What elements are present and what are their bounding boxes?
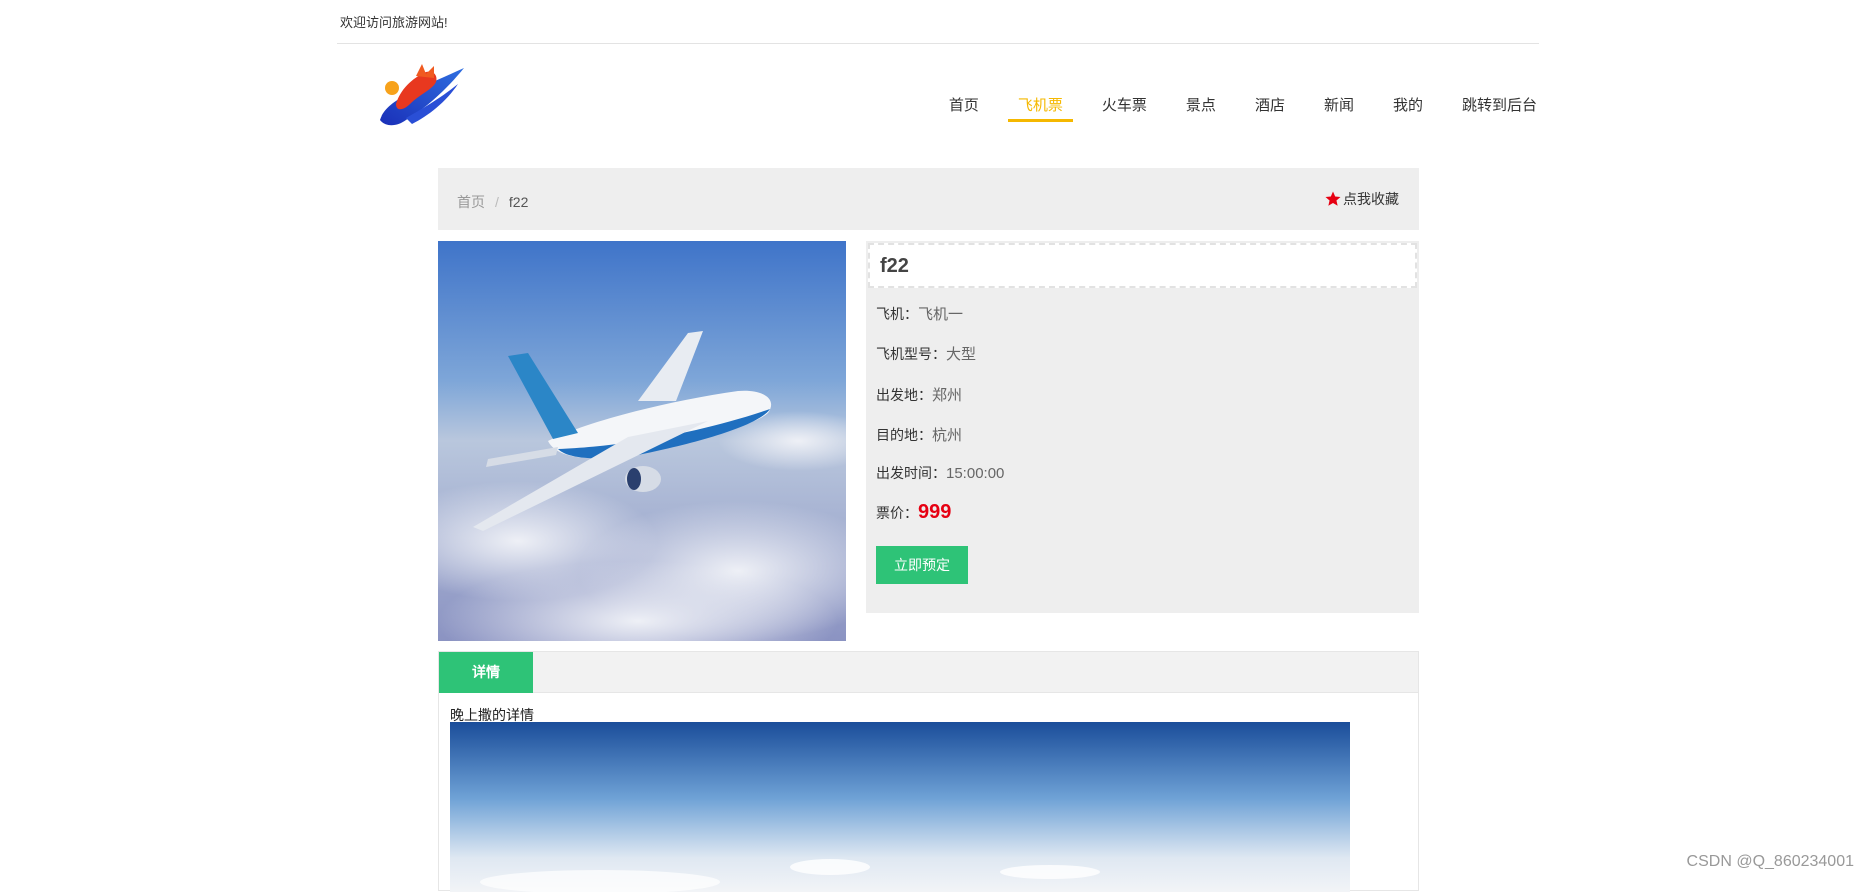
field-destination: 目的地：杭州	[876, 424, 962, 445]
favorite-label: 点我收藏	[1343, 191, 1399, 207]
book-now-button[interactable]: 立即预定	[876, 546, 968, 584]
favorite-button[interactable]: 点我收藏	[1324, 189, 1399, 209]
product-image	[438, 241, 846, 641]
field-price: 票价：999	[876, 501, 951, 524]
breadcrumb-current: f22	[508, 194, 529, 210]
product-title: f22	[868, 243, 1417, 288]
nav-hotels[interactable]: 酒店	[1255, 82, 1285, 115]
field-plane: 飞机：飞机一	[876, 303, 963, 324]
nav-admin[interactable]: 跳转到后台	[1462, 82, 1537, 115]
watermark: CSDN @Q_860234001	[1686, 853, 1854, 870]
detail-section: 详情 晚上撒的详情	[438, 651, 1419, 892]
nav-flight-tickets[interactable]: 飞机票	[1007, 82, 1073, 122]
field-value: 杭州	[932, 427, 963, 444]
breadcrumb: 首页 / f22	[457, 192, 528, 212]
field-label: 出发时间：	[876, 465, 946, 481]
price-label: 票价：	[876, 505, 918, 521]
site-logo[interactable]	[376, 60, 470, 134]
nav-train-tickets[interactable]: 火车票	[1102, 82, 1147, 115]
price-value: 999	[918, 501, 952, 523]
nav-home[interactable]: 首页	[949, 82, 979, 115]
field-value: 飞机一	[918, 306, 964, 323]
field-label: 飞机：	[876, 306, 918, 322]
field-plane-model: 飞机型号：大型	[876, 343, 976, 364]
breadcrumb-separator: /	[495, 194, 499, 210]
field-value: 大型	[946, 346, 977, 363]
field-departure: 出发地：郑州	[876, 384, 962, 405]
field-label: 飞机型号：	[876, 346, 946, 362]
field-value: 15:00:00	[946, 465, 1005, 482]
top-bar: 欢迎访问旅游网站!	[337, 0, 1539, 44]
star-icon	[1325, 191, 1341, 206]
field-departure-time: 出发时间：15:00:00	[876, 463, 1004, 483]
breadcrumb-bar: 首页 / f22 点我收藏	[438, 168, 1419, 230]
field-value: 郑州	[932, 387, 963, 404]
nav-mine[interactable]: 我的	[1393, 82, 1423, 115]
field-label: 出发地：	[876, 387, 932, 403]
nav-attractions[interactable]: 景点	[1186, 82, 1216, 115]
welcome-text: 欢迎访问旅游网站!	[340, 15, 448, 30]
detail-image	[450, 722, 1350, 892]
field-label: 目的地：	[876, 427, 932, 443]
tab-detail[interactable]: 详情	[439, 652, 533, 693]
main-nav: 首页 飞机票 火车票 景点 酒店 新闻 我的 跳转到后台	[910, 82, 1537, 122]
nav-news[interactable]: 新闻	[1324, 82, 1354, 115]
detail-tab-bar: 详情	[439, 652, 1418, 693]
breadcrumb-home[interactable]: 首页	[457, 194, 485, 210]
product-info-panel: f22 飞机：飞机一 飞机型号：大型 出发地：郑州 目的地：杭州 出发时间：15…	[866, 241, 1419, 613]
